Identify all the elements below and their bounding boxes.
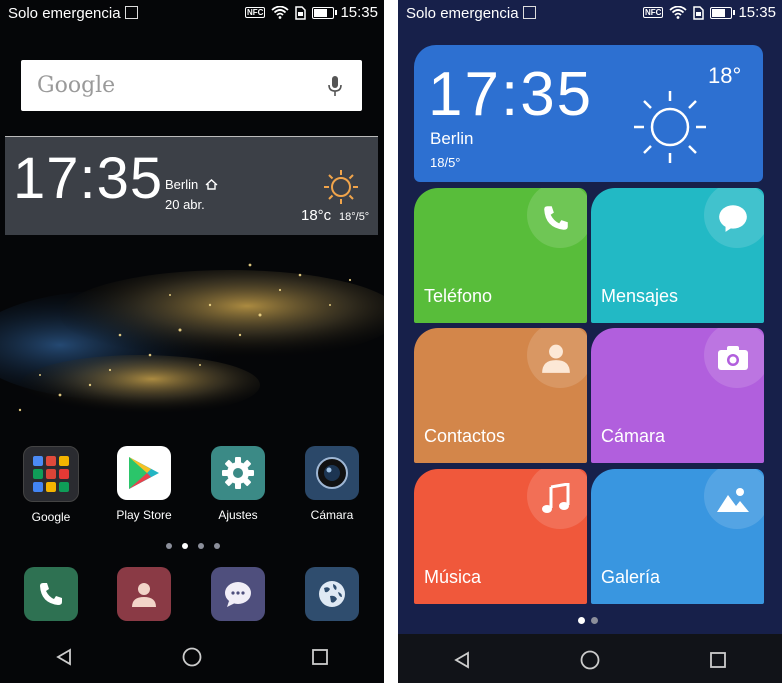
tile-label: Cámara bbox=[601, 426, 666, 446]
settings-gear-icon bbox=[211, 446, 265, 500]
phone-icon bbox=[40, 583, 62, 605]
clock-time: 17:35 bbox=[428, 60, 594, 129]
app-ajustes[interactable]: Ajustes bbox=[202, 446, 274, 522]
landscape-image-icon bbox=[717, 488, 749, 512]
search-logo-text: Google bbox=[37, 73, 116, 98]
tile-telefono[interactable]: Teléfono bbox=[414, 188, 587, 323]
recents-icon[interactable] bbox=[709, 651, 727, 669]
tile-label: Teléfono bbox=[424, 286, 493, 306]
tile-icon-bubble bbox=[527, 469, 587, 529]
battery-icon bbox=[312, 6, 338, 19]
microphone-icon[interactable] bbox=[328, 75, 342, 97]
google-folder-icon bbox=[23, 446, 79, 502]
globe-icon bbox=[319, 581, 345, 607]
tile-icon-bubble bbox=[704, 328, 764, 388]
navigation-bar bbox=[398, 634, 782, 683]
page-indicator bbox=[166, 543, 220, 549]
app-play-store[interactable]: Play Store bbox=[108, 446, 180, 522]
image-icon bbox=[522, 6, 536, 19]
left-phone-screen: Solo emergencia NFC 15:35 Google 17:35 B… bbox=[0, 0, 384, 683]
right-phone-screen: Solo emergencia NFC 15:35 17:35 Berlin 1… bbox=[398, 0, 782, 683]
chat-bubble-icon bbox=[225, 582, 251, 607]
sparkle-wallpaper bbox=[0, 263, 384, 415]
camera-icon bbox=[718, 346, 748, 370]
navigation-bar bbox=[0, 631, 384, 683]
dock-contacts-button[interactable] bbox=[117, 567, 171, 621]
tile-galeria[interactable]: Galería bbox=[591, 469, 764, 604]
status-time: 15:35 bbox=[738, 4, 776, 21]
clock-weather-widget[interactable]: 17:35 Berlin 18/5° 18° bbox=[414, 45, 763, 182]
status-bar: Solo emergencia NFC 15:35 bbox=[0, 0, 384, 28]
page-dot-active bbox=[578, 617, 585, 624]
clock-date: 20 abr. bbox=[165, 197, 205, 212]
app-camara[interactable]: Cámara bbox=[296, 446, 368, 522]
temperature: 18° bbox=[708, 63, 742, 88]
temperature: 18°c bbox=[301, 207, 332, 224]
sim-icon bbox=[693, 5, 705, 20]
carrier-text: Solo emergencia bbox=[8, 5, 138, 22]
tile-camara[interactable]: Cámara bbox=[591, 328, 764, 463]
dock-phone-button[interactable] bbox=[24, 567, 78, 621]
home-button-icon[interactable] bbox=[182, 647, 202, 667]
page-dot bbox=[198, 543, 204, 549]
app-google-folder[interactable]: Google bbox=[15, 446, 87, 524]
temp-range: 18/5° bbox=[430, 155, 461, 170]
tile-label: Galería bbox=[601, 567, 661, 587]
page-dot bbox=[166, 543, 172, 549]
page-dot-active bbox=[182, 543, 188, 549]
sun-icon bbox=[634, 91, 706, 163]
image-icon bbox=[124, 6, 138, 19]
app-label: Play Store bbox=[116, 508, 172, 522]
google-search-bar[interactable]: Google bbox=[21, 60, 362, 111]
tile-musica[interactable]: Música bbox=[414, 469, 587, 604]
wifi-icon bbox=[271, 6, 290, 19]
tile-contactos[interactable]: Contactos bbox=[414, 328, 587, 463]
tile-label: Música bbox=[424, 567, 482, 587]
phone-icon bbox=[544, 206, 568, 230]
clock-time: 17:35 bbox=[13, 146, 164, 211]
temp-range: 18°/5° bbox=[339, 211, 370, 223]
back-icon[interactable] bbox=[55, 648, 73, 666]
dock-browser-button[interactable] bbox=[305, 567, 359, 621]
tile-mensajes[interactable]: Mensajes bbox=[591, 188, 764, 323]
tile-icon-bubble bbox=[527, 328, 587, 388]
nfc-icon: NFC bbox=[245, 7, 266, 18]
contact-person-icon bbox=[132, 583, 156, 607]
status-time: 15:35 bbox=[340, 4, 378, 21]
chat-bubble-icon bbox=[719, 205, 747, 232]
app-label: Cámara bbox=[310, 508, 354, 522]
clock-city: Berlin bbox=[165, 177, 218, 192]
tile-label: Contactos bbox=[424, 426, 506, 446]
sim-icon bbox=[295, 5, 307, 20]
clock-city: Berlin bbox=[430, 129, 474, 148]
tile-icon-bubble bbox=[527, 188, 587, 248]
recents-icon[interactable] bbox=[311, 648, 329, 666]
wifi-icon bbox=[669, 6, 688, 19]
page-dot bbox=[591, 617, 598, 624]
home-icon bbox=[205, 179, 218, 190]
play-store-icon bbox=[117, 446, 171, 500]
page-dot bbox=[214, 543, 220, 549]
tile-icon-bubble bbox=[704, 188, 764, 248]
app-label: Google bbox=[31, 510, 71, 524]
home-button-icon[interactable] bbox=[580, 650, 600, 670]
sun-icon bbox=[324, 170, 358, 204]
tile-icon-bubble bbox=[704, 469, 764, 529]
back-icon[interactable] bbox=[453, 651, 471, 669]
status-bar: Solo emergencia NFC 15:35 bbox=[398, 0, 782, 28]
camera-lens-icon bbox=[305, 446, 359, 500]
nfc-icon: NFC bbox=[643, 7, 664, 18]
contact-person-icon bbox=[542, 344, 570, 373]
app-label: Ajustes bbox=[218, 508, 258, 522]
page-indicator bbox=[578, 617, 598, 624]
carrier-text: Solo emergencia bbox=[406, 5, 536, 22]
dock-messages-button[interactable] bbox=[211, 567, 265, 621]
music-note-icon bbox=[542, 483, 570, 513]
clock-weather-widget[interactable]: 17:35 Berlin 20 abr. 18°c 18°/5° bbox=[5, 136, 378, 235]
tile-label: Mensajes bbox=[601, 286, 679, 306]
battery-icon bbox=[710, 6, 736, 19]
